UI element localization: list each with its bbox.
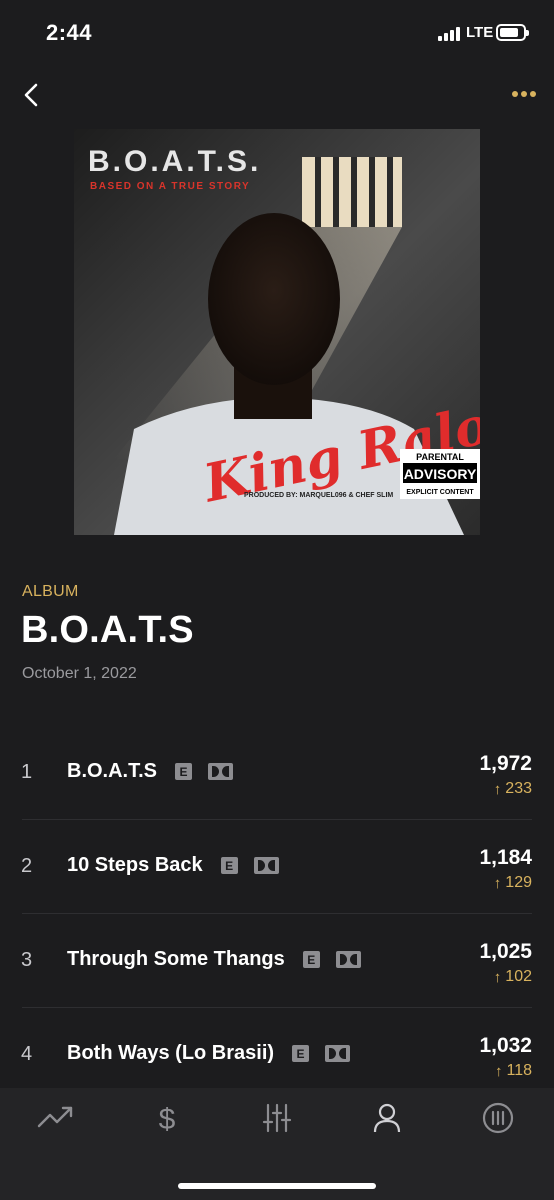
track-row[interactable]: 2 10 Steps Back E 1,184 ↑ 129 <box>0 820 554 914</box>
track-title: 10 Steps Back <box>67 854 203 876</box>
svg-text:ADVISORY: ADVISORY <box>404 466 477 482</box>
user-icon <box>373 1103 401 1133</box>
svg-text:BASED ON A TRUE STORY: BASED ON A TRUE STORY <box>90 181 250 192</box>
explicit-icon: E <box>302 951 320 968</box>
back-button[interactable] <box>18 80 46 110</box>
track-number: 2 <box>21 855 33 877</box>
track-title: B.O.A.T.S <box>67 760 158 782</box>
track-streams: 1,972 <box>479 752 532 775</box>
track-streams: 1,025 <box>479 940 532 963</box>
track-change-value: 102 <box>505 968 532 985</box>
status-bar: 2:44 LTE <box>0 0 554 66</box>
tab-profile[interactable] <box>367 1102 407 1134</box>
sliders-icon <box>262 1103 292 1133</box>
svg-text:EXPLICIT CONTENT: EXPLICIT CONTENT <box>406 489 474 496</box>
album-type-label: ALBUM <box>22 583 79 600</box>
explicit-icon: E <box>220 857 238 874</box>
signal-icon <box>438 27 460 41</box>
track-number: 4 <box>21 1043 33 1065</box>
dolby-atmos-icon <box>325 1045 351 1062</box>
trending-icon <box>37 1106 73 1128</box>
album-title: B.O.A.T.S <box>21 609 194 651</box>
dollar-icon: $ <box>159 1103 176 1136</box>
svg-text:B.O.A.T.S.: B.O.A.T.S. <box>88 145 261 178</box>
pause-circle-icon <box>482 1102 514 1134</box>
tab-trending[interactable] <box>36 1102 76 1134</box>
track-title: Through Some Thangs <box>67 948 285 970</box>
chevron-left-icon <box>24 83 38 107</box>
track-stream-change: ↑ 129 <box>494 874 532 892</box>
album-artwork: B.O.A.T.S. BASED ON A TRUE STORY King Ra… <box>74 129 480 535</box>
explicit-icon: E <box>292 1045 310 1062</box>
track-title: Both Ways (Lo Brasii) <box>67 1042 275 1064</box>
track-streams: 1,032 <box>479 1034 532 1057</box>
dolby-atmos-icon <box>335 951 361 968</box>
battery-icon <box>496 24 529 41</box>
track-stream-change: ↑ 102 <box>494 968 532 986</box>
svg-text:$: $ <box>159 1103 176 1134</box>
tab-player[interactable] <box>478 1102 518 1134</box>
svg-text:PRODUCED BY: MARQUEL096 & CHEF: PRODUCED BY: MARQUEL096 & CHEF SLIM <box>244 492 393 499</box>
track-number: 3 <box>21 949 33 971</box>
network-label: LTE <box>466 24 494 41</box>
dolby-atmos-icon <box>253 857 279 874</box>
arrow-up-icon: ↑ <box>493 874 502 892</box>
track-row[interactable]: 1 B.O.A.T.S E 1,972 ↑ 233 <box>0 726 554 820</box>
ellipsis-icon <box>512 91 518 97</box>
svg-text:PARENTAL: PARENTAL <box>416 452 464 462</box>
album-release-date: October 1, 2022 <box>22 665 137 682</box>
track-stream-change: ↑ 233 <box>494 780 532 798</box>
track-change-value: 129 <box>505 874 532 891</box>
arrow-up-icon: ↑ <box>493 968 502 986</box>
tab-earnings[interactable]: $ <box>147 1102 187 1136</box>
arrow-up-icon: ↑ <box>494 1062 503 1080</box>
dolby-atmos-icon <box>208 763 234 780</box>
track-change-value: 233 <box>505 780 532 797</box>
home-indicator[interactable] <box>178 1183 376 1189</box>
track-row[interactable]: 3 Through Some Thangs E 1,025 ↑ 102 <box>0 914 554 1008</box>
track-streams: 1,184 <box>479 846 532 869</box>
tab-settings[interactable] <box>257 1102 297 1134</box>
more-options-button[interactable] <box>510 86 538 102</box>
track-stream-change: ↑ 118 <box>495 1062 532 1080</box>
explicit-icon: E <box>175 763 193 780</box>
arrow-up-icon: ↑ <box>493 780 502 798</box>
track-change-value: 118 <box>506 1062 532 1079</box>
track-number: 1 <box>21 761 33 783</box>
status-time: 2:44 <box>46 20 93 45</box>
